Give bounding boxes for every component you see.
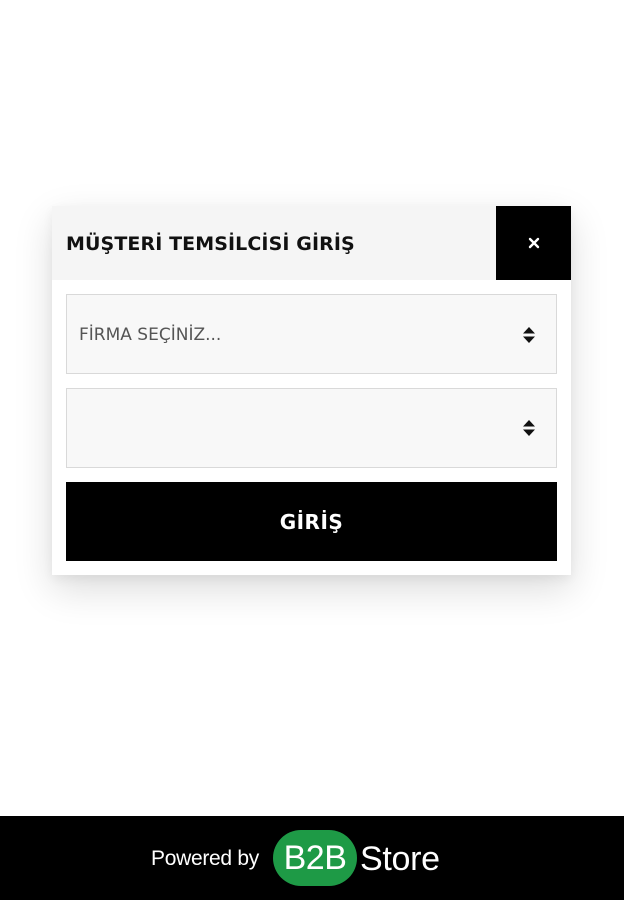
b2b-logo-text[interactable]: B2B xyxy=(272,829,358,887)
close-button[interactable] xyxy=(496,206,571,280)
login-button[interactable]: GİRİŞ xyxy=(66,482,557,561)
company-select[interactable]: FİRMA SEÇİNİZ... xyxy=(66,294,557,374)
representative-select[interactable] xyxy=(66,388,557,468)
sort-arrows-icon xyxy=(523,420,535,436)
sort-arrows-icon xyxy=(523,327,535,343)
powered-by-label: Powered by xyxy=(151,847,259,870)
login-modal: MÜŞTERİ TEMSİLCİSİ GİRİŞ FİRMA SEÇİNİZ..… xyxy=(52,206,571,575)
modal-header: MÜŞTERİ TEMSİLCİSİ GİRİŞ xyxy=(52,206,571,280)
company-select-value: FİRMA SEÇİNİZ... xyxy=(79,325,222,345)
modal-title: MÜŞTERİ TEMSİLCİSİ GİRİŞ xyxy=(66,233,355,255)
close-icon xyxy=(528,237,539,249)
store-logo-text[interactable]: Store xyxy=(360,816,440,900)
